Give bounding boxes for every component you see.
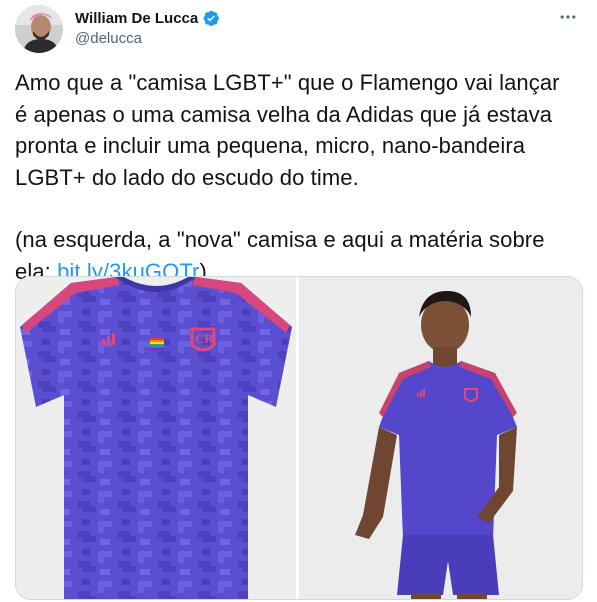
svg-text:CR: CR	[195, 331, 214, 346]
media-grid: CR	[15, 276, 583, 600]
author-display-name[interactable]: William De Lucca	[75, 10, 198, 27]
tweet-text: Amo que a "camisa LGBT+" que o Flamengo …	[15, 67, 575, 287]
verified-badge-icon	[202, 9, 220, 27]
tweet-paragraph-1: Amo que a "camisa LGBT+" que o Flamengo …	[15, 70, 560, 190]
author-name-row[interactable]: William De Lucca	[75, 9, 220, 27]
author-handle[interactable]: @delucca	[75, 30, 142, 47]
avatar[interactable]	[15, 5, 63, 53]
avatar-image	[15, 5, 63, 53]
model-wearing-jersey-photo[interactable]	[299, 277, 582, 599]
jersey-product-photo[interactable]: CR	[16, 277, 296, 599]
more-options-icon[interactable]	[555, 4, 581, 30]
